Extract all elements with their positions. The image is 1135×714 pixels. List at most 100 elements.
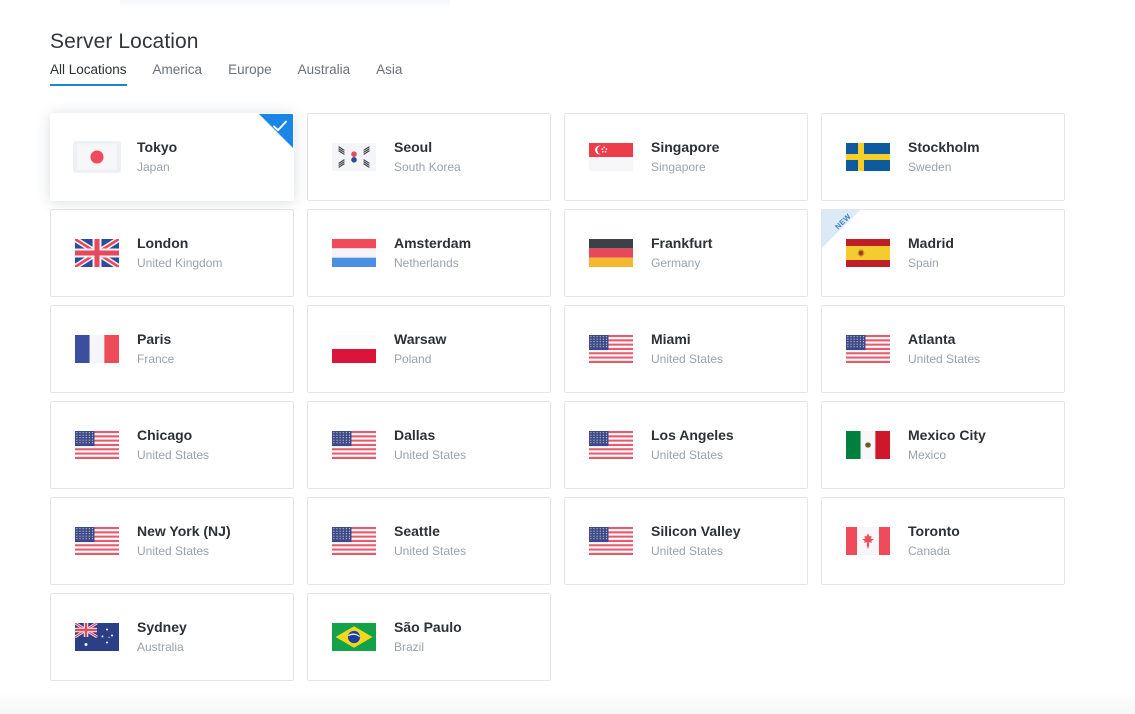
page-bottom-band [0,692,1135,714]
location-city: São Paulo [394,618,462,635]
location-card[interactable]: Seattle United States [307,497,551,585]
location-card[interactable]: Dallas United States [307,401,551,489]
location-meta: Miami United States [651,330,723,369]
flag-container [73,141,121,173]
location-country: Germany [651,256,701,271]
flag-container [330,621,378,653]
location-card[interactable]: Frankfurt Germany [564,209,808,297]
location-card[interactable]: Paris France [50,305,294,393]
flag-container [844,141,892,173]
location-card[interactable]: Warsaw Poland [307,305,551,393]
location-country: Sweden [908,160,952,175]
location-meta: Atlanta United States [908,330,980,369]
location-city: Tokyo [137,138,178,155]
location-card[interactable]: Stockholm Sweden [821,113,1065,201]
location-country: Poland [394,352,432,367]
location-country: Mexico [908,448,947,463]
location-country: Japan [137,160,170,175]
location-country: South Korea [394,160,461,175]
flag-nl-icon [332,239,376,267]
location-meta: Silicon Valley United States [651,522,741,561]
location-card[interactable]: New York (NJ) United States [50,497,294,585]
location-card[interactable]: Amsterdam Netherlands [307,209,551,297]
tab-label: All Locations [50,62,127,77]
flag-container [587,237,635,269]
location-card[interactable]: Sydney Australia [50,593,294,681]
location-country: Netherlands [394,256,459,271]
location-country: United States [394,544,467,559]
tab-label: Europe [228,62,272,77]
flag-container [330,333,378,365]
tab-all-locations[interactable]: All Locations [50,62,140,86]
flag-container [73,333,121,365]
location-meta: Stockholm Sweden [908,138,980,177]
flag-kr-icon [332,143,376,171]
flag-se-icon [846,143,890,171]
location-card[interactable]: NEW Madrid Spain [821,209,1065,297]
location-card[interactable]: Mexico City Mexico [821,401,1065,489]
flag-pl-icon [332,335,376,363]
location-card[interactable]: Atlanta United States [821,305,1065,393]
server-location-page: Server Location All Locations America Euro… [0,0,1135,714]
flag-us-icon [75,431,119,459]
location-city: Stockholm [908,138,980,155]
location-card[interactable]: Singapore Singapore [564,113,808,201]
tab-europe[interactable]: Europe [215,62,285,86]
location-meta: Seattle United States [394,522,466,561]
location-card[interactable]: Miami United States [564,305,808,393]
flag-container [844,525,892,557]
flag-container [844,429,892,461]
location-country: United States [651,352,724,367]
location-country: Singapore [651,160,706,175]
location-meta: Toronto Canada [908,522,960,561]
location-meta: Singapore Singapore [651,138,719,177]
location-city: Paris [137,330,172,347]
tab-australia[interactable]: Australia [285,62,364,86]
location-card[interactable]: Tokyo Japan [50,113,294,201]
new-badge-label: NEW [833,211,853,232]
location-filter-tabs: All Locations America Europe Australia Asia [50,62,415,86]
location-meta: Amsterdam Netherlands [394,234,471,273]
flag-es-icon [846,239,890,267]
flag-sg-icon [589,143,633,171]
tab-america[interactable]: America [140,62,216,86]
location-city: Los Angeles [651,426,734,443]
location-city: London [137,234,189,251]
flag-container [73,525,121,557]
location-country: United States [651,544,724,559]
location-card[interactable]: São Paulo Brazil [307,593,551,681]
location-card[interactable]: Los Angeles United States [564,401,808,489]
flag-container [73,621,121,653]
location-city: Miami [651,330,691,347]
flag-container [844,237,892,269]
location-country: United States [394,448,467,463]
flag-container [330,237,378,269]
location-meta: Warsaw Poland [394,330,446,369]
flag-container [587,429,635,461]
location-card[interactable]: Toronto Canada [821,497,1065,585]
flag-au-icon [75,623,119,651]
location-meta: Chicago United States [137,426,209,465]
tab-label: America [152,62,203,77]
selected-corner [259,114,293,148]
flag-container [330,141,378,173]
location-city: New York (NJ) [137,522,231,539]
location-card[interactable]: Chicago United States [50,401,294,489]
location-card-grid: Tokyo Japan Seoul South Korea Singapore Sin… [50,113,1066,681]
location-country: Spain [908,256,939,271]
location-card[interactable]: London United Kingdom [50,209,294,297]
tab-asia[interactable]: Asia [363,62,415,86]
top-shadow-artifact [120,0,450,9]
location-city: Seoul [394,138,433,155]
flag-us-icon [332,431,376,459]
location-country: France [137,352,175,367]
location-city: Silicon Valley [651,522,741,539]
location-meta: Madrid Spain [908,234,954,273]
flag-ca-icon [846,527,890,555]
location-card[interactable]: Seoul South Korea [307,113,551,201]
flag-container [587,525,635,557]
location-meta: Dallas United States [394,426,466,465]
location-meta: São Paulo Brazil [394,618,462,657]
flag-container [330,525,378,557]
location-card[interactable]: Silicon Valley United States [564,497,808,585]
